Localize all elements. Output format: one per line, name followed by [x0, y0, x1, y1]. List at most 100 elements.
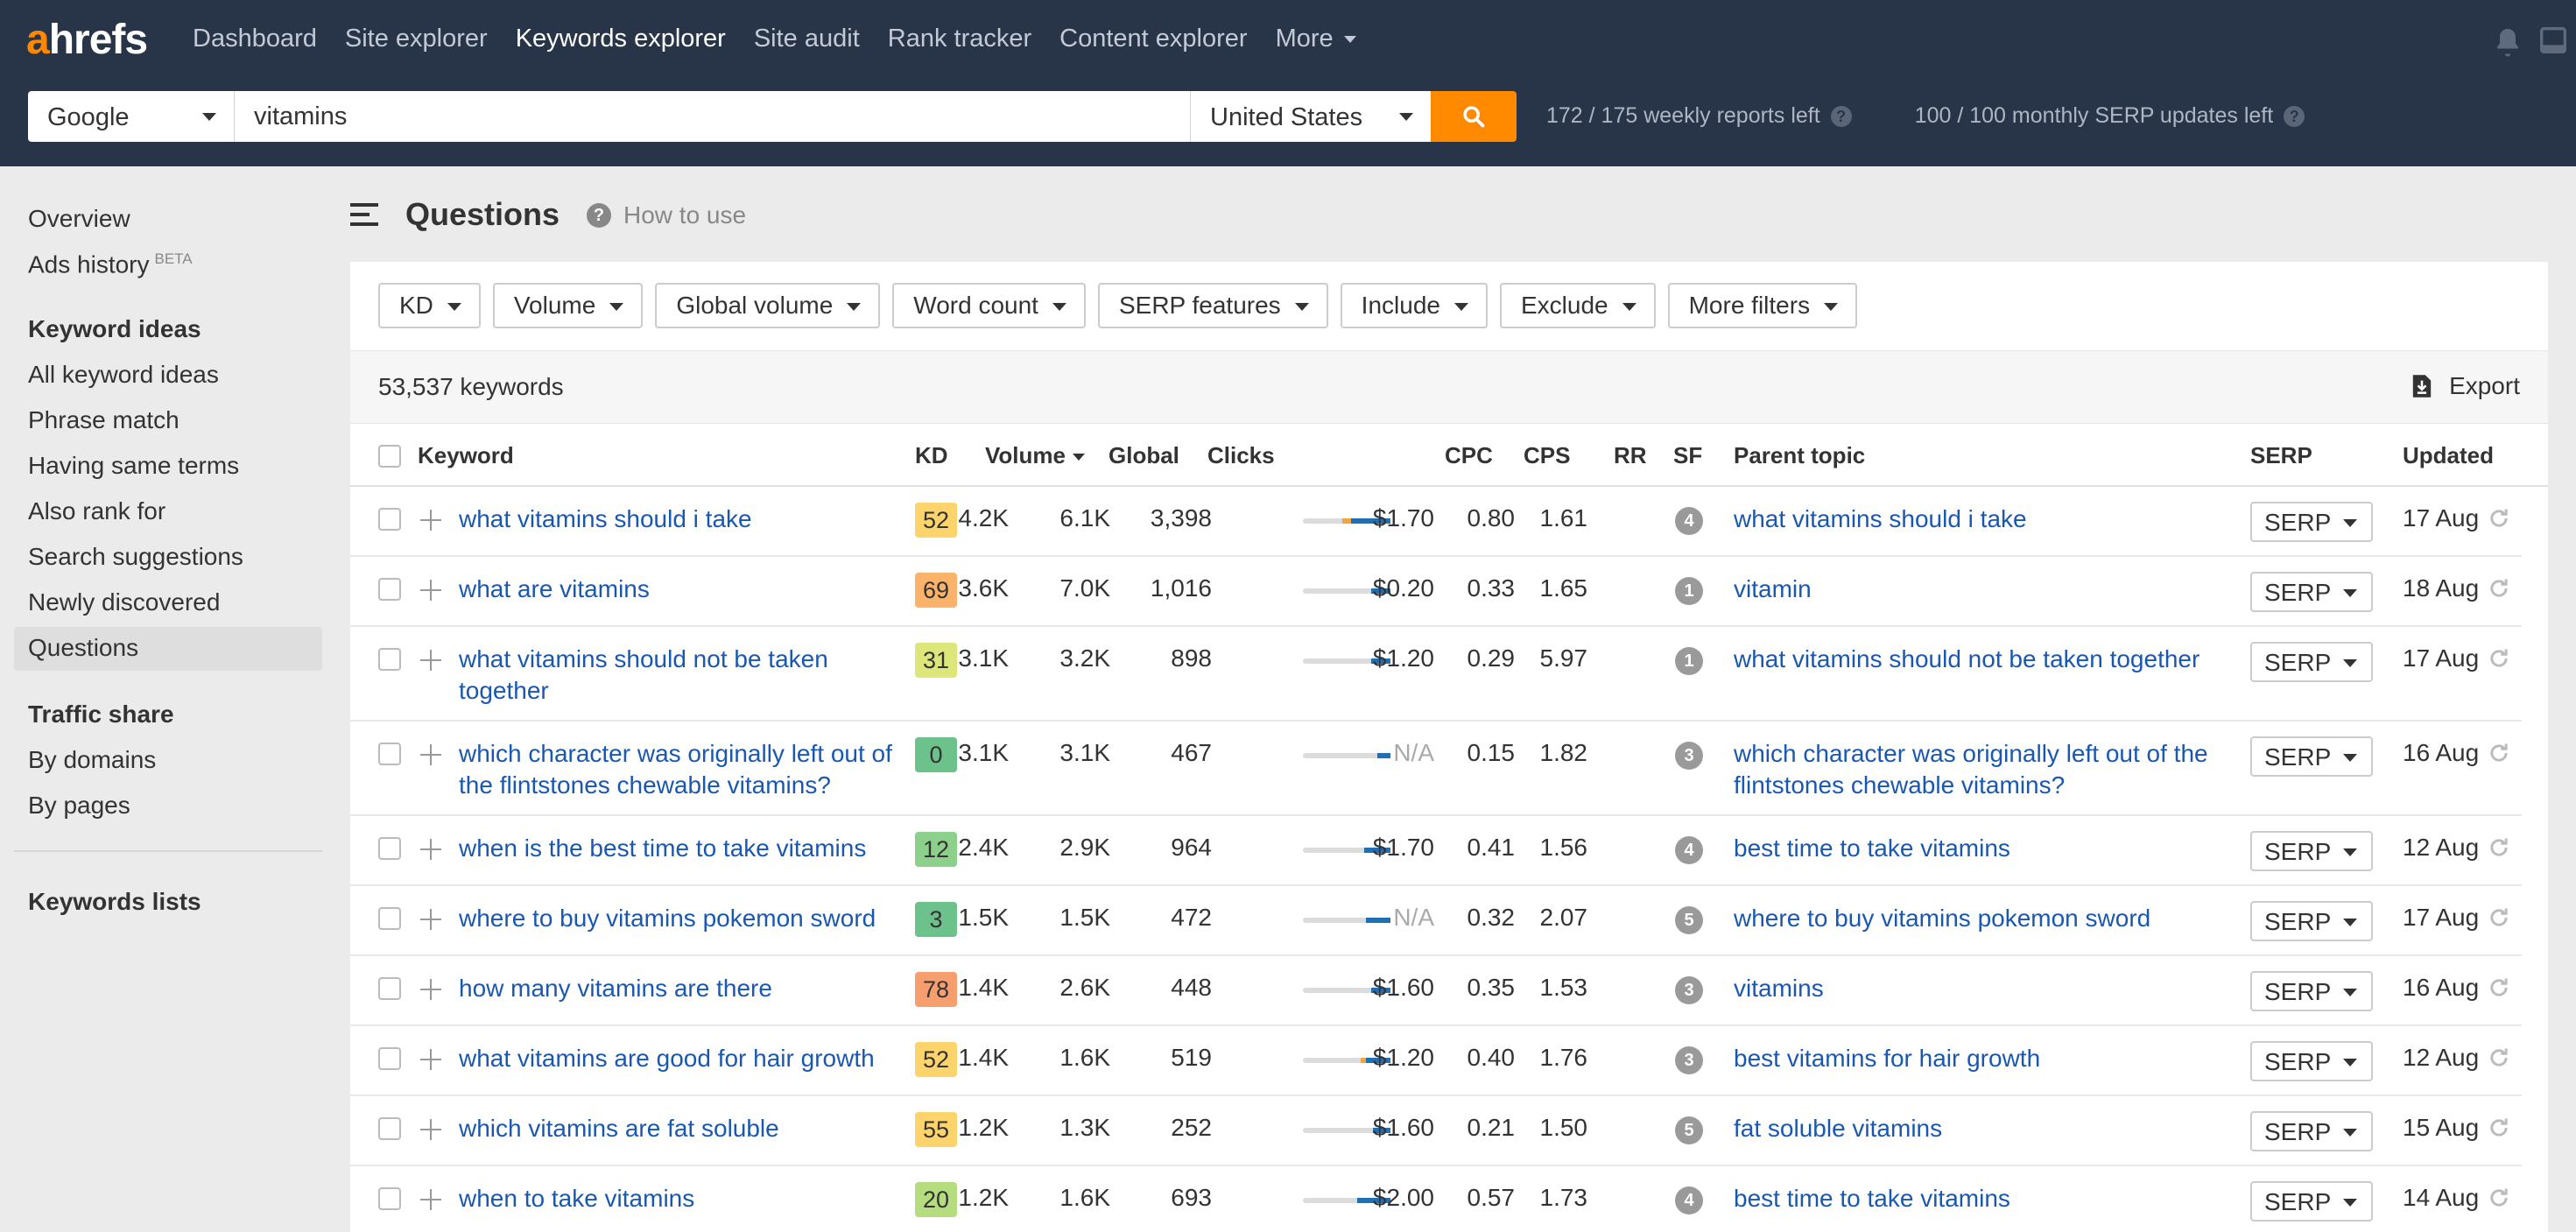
serp-features-count[interactable]: 4 [1675, 507, 1703, 535]
serp-features-count[interactable]: 3 [1675, 1046, 1703, 1074]
row-checkbox[interactable] [378, 578, 401, 601]
add-to-list-icon[interactable] [420, 744, 441, 765]
row-checkbox[interactable] [378, 907, 401, 930]
add-to-list-icon[interactable] [420, 510, 441, 531]
filter-volume[interactable]: Volume [492, 283, 644, 328]
refresh-icon[interactable] [2487, 835, 2511, 860]
serp-features-count[interactable]: 4 [1675, 1186, 1703, 1214]
row-checkbox[interactable] [378, 743, 401, 765]
sidebar-item-ads-history[interactable]: Ads history BETA [28, 250, 193, 278]
keyword-link[interactable]: what vitamins are good for hair growth [459, 1043, 914, 1074]
keyword-link[interactable]: what vitamins should not be taken togeth… [459, 644, 914, 707]
row-checkbox[interactable] [378, 837, 401, 860]
keyword-link[interactable]: when to take vitamins [459, 1183, 914, 1214]
add-to-list-icon[interactable] [420, 909, 441, 930]
parent-topic-link[interactable]: best vitamins for hair growth [1734, 1043, 2242, 1074]
sidebar-item-search-suggestions[interactable]: Search suggestions [28, 543, 243, 571]
select-all-checkbox[interactable] [378, 445, 401, 468]
col-volume[interactable]: Volume [985, 442, 1085, 469]
nav-rank-tracker[interactable]: Rank tracker [888, 25, 1031, 53]
parent-topic-link[interactable]: where to buy vitamins pokemon sword [1734, 903, 2242, 934]
add-to-list-icon[interactable] [420, 979, 441, 1000]
col-parent-topic[interactable]: Parent topic [1734, 442, 1865, 469]
serp-dropdown-button[interactable]: SERP [2250, 1041, 2373, 1081]
search-button[interactable] [1431, 91, 1517, 142]
filter-exclude[interactable]: Exclude [1499, 283, 1656, 328]
refresh-icon[interactable] [2487, 576, 2511, 601]
parent-topic-link[interactable]: best time to take vitamins [1734, 1183, 2242, 1214]
keyword-link[interactable]: what vitamins should i take [459, 503, 914, 535]
serp-features-count[interactable]: 3 [1675, 742, 1703, 770]
refresh-icon[interactable] [2487, 741, 2511, 765]
help-icon[interactable]: ? [2284, 106, 2305, 128]
refresh-icon[interactable] [2487, 646, 2511, 671]
serp-features-count[interactable]: 5 [1675, 906, 1703, 934]
refresh-icon[interactable] [2487, 1045, 2511, 1070]
col-global[interactable]: Global [1109, 442, 1179, 469]
nav-site-audit[interactable]: Site audit [754, 25, 860, 53]
add-to-list-icon[interactable] [420, 580, 441, 601]
add-to-list-icon[interactable] [420, 650, 441, 671]
refresh-icon[interactable] [2487, 905, 2511, 930]
nav-dashboard[interactable]: Dashboard [193, 25, 317, 53]
col-cps[interactable]: CPS [1524, 442, 1570, 469]
bell-icon[interactable] [2492, 26, 2523, 58]
serp-features-count[interactable]: 4 [1675, 836, 1703, 864]
how-to-use-link[interactable]: ? How to use [587, 201, 746, 229]
refresh-icon[interactable] [2487, 506, 2511, 531]
keyword-link[interactable]: which character was originally left out … [459, 738, 914, 801]
ahrefs-logo[interactable]: ahrefs [26, 16, 148, 64]
refresh-icon[interactable] [2487, 975, 2511, 1000]
menu-toggle-icon[interactable] [350, 203, 378, 226]
nav-site-explorer[interactable]: Site explorer [345, 25, 488, 53]
serp-dropdown-button[interactable]: SERP [2250, 1181, 2373, 1221]
sidebar-item-all-keyword-ideas[interactable]: All keyword ideas [28, 361, 219, 389]
keyword-link[interactable]: where to buy vitamins pokemon sword [459, 903, 914, 934]
row-checkbox[interactable] [378, 508, 401, 531]
add-to-list-icon[interactable] [420, 839, 441, 860]
add-to-list-icon[interactable] [420, 1189, 441, 1210]
row-checkbox[interactable] [378, 1117, 401, 1140]
serp-dropdown-button[interactable]: SERP [2250, 971, 2373, 1011]
add-to-list-icon[interactable] [420, 1049, 441, 1070]
help-icon[interactable]: ? [1830, 106, 1852, 128]
col-rr[interactable]: RR [1614, 442, 1647, 469]
nav-content-explorer[interactable]: Content explorer [1059, 25, 1247, 53]
filter-global-volume[interactable]: Global volume [655, 283, 881, 328]
col-keyword[interactable]: Keyword [418, 442, 514, 469]
col-clicks[interactable]: Clicks [1207, 442, 1275, 469]
serp-dropdown-button[interactable]: SERP [2250, 831, 2373, 871]
serp-features-count[interactable]: 1 [1675, 577, 1703, 605]
add-to-list-icon[interactable] [420, 1119, 441, 1140]
serp-dropdown-button[interactable]: SERP [2250, 736, 2373, 777]
keyword-search-input[interactable] [235, 91, 1191, 142]
parent-topic-link[interactable]: vitamins [1734, 973, 2242, 1004]
account-icon[interactable] [2539, 26, 2567, 54]
country-select[interactable]: United States [1191, 91, 1431, 142]
nav-more-dropdown[interactable]: More [1276, 25, 1356, 53]
serp-dropdown-button[interactable]: SERP [2250, 901, 2373, 941]
parent-topic-link[interactable]: fat soluble vitamins [1734, 1113, 2242, 1144]
serp-dropdown-button[interactable]: SERP [2250, 1111, 2373, 1151]
row-checkbox[interactable] [378, 648, 401, 671]
sidebar-item-by-domains[interactable]: By domains [28, 746, 156, 774]
sidebar-item-newly-discovered[interactable]: Newly discovered [28, 588, 220, 616]
col-kd[interactable]: KD [915, 442, 948, 469]
parent-topic-link[interactable]: what vitamins should i take [1734, 503, 2242, 535]
serp-features-count[interactable]: 3 [1675, 976, 1703, 1004]
parent-topic-link[interactable]: what vitamins should not be taken togeth… [1734, 644, 2242, 675]
col-sf[interactable]: SF [1673, 442, 1702, 469]
parent-topic-link[interactable]: vitamin [1734, 574, 2242, 605]
search-engine-select[interactable]: Google [28, 91, 235, 142]
keyword-link[interactable]: which vitamins are fat soluble [459, 1113, 914, 1144]
row-checkbox[interactable] [378, 1187, 401, 1210]
sidebar-item-keywords-lists[interactable]: Keywords lists [28, 888, 201, 916]
serp-dropdown-button[interactable]: SERP [2250, 642, 2373, 682]
parent-topic-link[interactable]: which character was originally left out … [1734, 738, 2242, 801]
row-checkbox[interactable] [378, 1047, 401, 1070]
filter-include[interactable]: Include [1340, 283, 1488, 328]
nav-keywords-explorer[interactable]: Keywords explorer [516, 25, 726, 53]
serp-dropdown-button[interactable]: SERP [2250, 502, 2373, 542]
serp-dropdown-button[interactable]: SERP [2250, 572, 2373, 612]
parent-topic-link[interactable]: best time to take vitamins [1734, 833, 2242, 864]
